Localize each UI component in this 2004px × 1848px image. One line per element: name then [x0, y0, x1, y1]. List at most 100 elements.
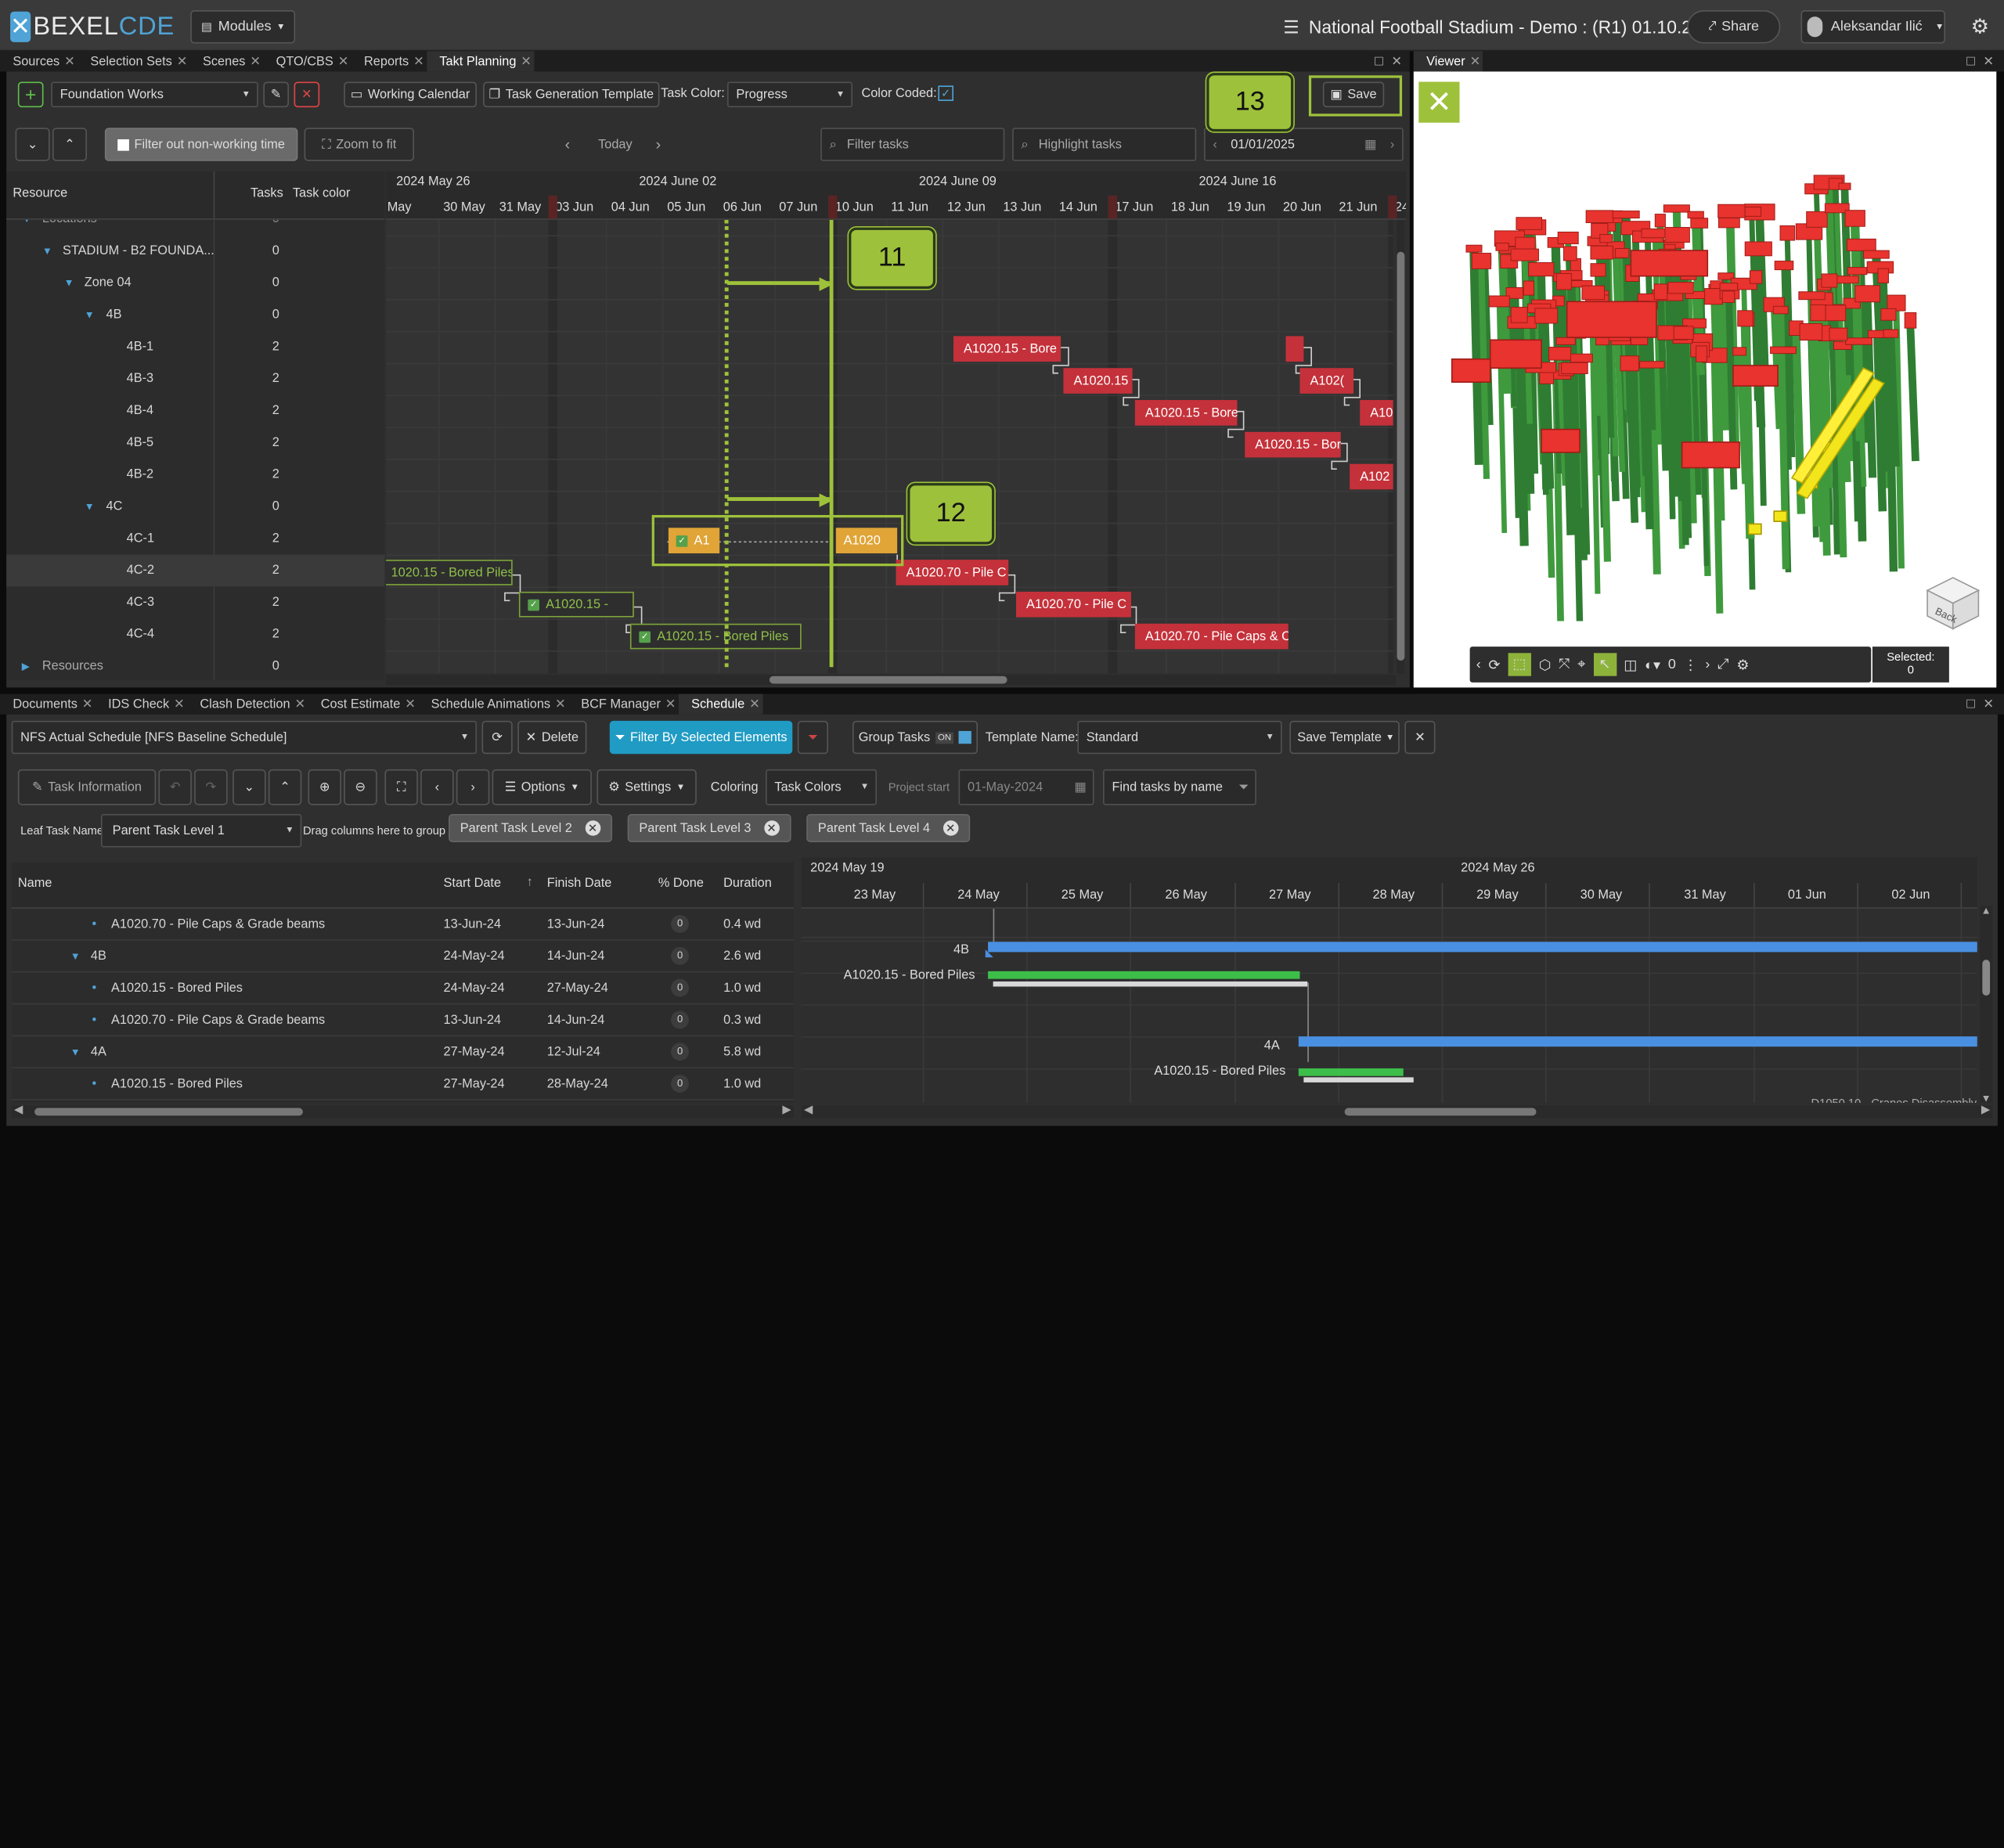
sort-up-icon[interactable]: ↑	[527, 875, 533, 889]
tree-row[interactable]: ▼ 4B 0	[6, 299, 384, 331]
gear-icon[interactable]: ⚙	[1971, 14, 1989, 40]
redo-button[interactable]: ↷	[194, 769, 228, 805]
select-icon[interactable]: ⬚	[1508, 653, 1531, 676]
working-calendar-button[interactable]: ▭ Working Calendar	[344, 81, 477, 108]
modules-button[interactable]: ▤ Modules ▼	[190, 10, 296, 44]
task-colors-select[interactable]: Task Colors ▼	[765, 769, 878, 805]
collapse-button[interactable]: ⌄	[232, 769, 266, 805]
explode-icon[interactable]: ⋮	[1684, 656, 1698, 673]
tab-clash-detection[interactable]: Clash Detection ✕	[187, 694, 308, 715]
gantt-vscroll[interactable]: ▲ ▼	[1980, 905, 1993, 1104]
share-button[interactable]: ⤤ Share	[1687, 10, 1781, 44]
gantt-task-bar[interactable]	[988, 971, 1300, 979]
task-bar[interactable]: A1020.70 - Pile Caps & C	[1134, 623, 1289, 650]
edit-button[interactable]: ✎	[263, 81, 289, 108]
refresh-button[interactable]: ⟳	[481, 720, 513, 755]
date-picker[interactable]: ‹ 01/01/2025 ▦ ›	[1204, 128, 1404, 161]
table-row[interactable]: • A1020.15 - Bored Piles 24-May-24 27-May-2…	[11, 972, 794, 1005]
task-bar[interactable]: A1020.15 - Bore	[1134, 400, 1238, 426]
table-row[interactable]: • A1020.70 - Pile Caps & Grade beams 13-Ju…	[11, 1004, 794, 1037]
box-icon[interactable]: ⬡	[1539, 656, 1552, 673]
app-logo[interactable]: ✕ BEXEL CDE	[10, 10, 174, 43]
maximize-icon[interactable]: ☐	[1374, 54, 1384, 68]
close-panel-icon[interactable]: ✕	[1983, 54, 1994, 68]
timeline-vscroll[interactable]	[1397, 219, 1405, 674]
settings-icon[interactable]: ⚙	[1736, 656, 1749, 673]
col-finish[interactable]: Finish Date	[547, 877, 612, 891]
task-bar[interactable]: A10	[1360, 400, 1393, 426]
filter-selected-button[interactable]: ⏷ Filter By Selected Elements	[609, 720, 793, 755]
tab-takt-planning[interactable]: Takt Planning ✕	[427, 51, 535, 72]
task-bar[interactable]: ✓ A1020.15 -	[518, 591, 634, 618]
table-row[interactable]: ▼ 4A 27-May-24 12-Jul-24 0 5.8 wd	[11, 1036, 794, 1068]
delete-schedule-button[interactable]: ✕ Delete	[517, 720, 587, 755]
zoom-in-button[interactable]: ⊕	[308, 769, 341, 805]
col-tasks[interactable]: Tasks	[250, 186, 283, 200]
view-cube[interactable]: Back	[1923, 572, 1984, 631]
gantt-summary-bar[interactable]	[1298, 1036, 1977, 1047]
tree-row[interactable]: 4B-4 2	[6, 395, 384, 427]
orbit-icon[interactable]: ⟳	[1489, 656, 1501, 673]
col-duration[interactable]: Duration	[723, 877, 772, 891]
zoom-to-fit-button[interactable]: ⛶ Zoom to fit	[304, 128, 414, 161]
find-tasks-input[interactable]: Find tasks by name ⏷	[1103, 769, 1256, 805]
table-row[interactable]: • A1020.15 - Bored Piles 27-May-24 28-May-2…	[11, 1068, 794, 1101]
tree-row[interactable]: ▶ Resources 0	[6, 650, 384, 680]
group-chip[interactable]: Parent Task Level 3 ✕	[627, 814, 791, 842]
expand-button[interactable]: ⌃	[268, 769, 302, 805]
add-button[interactable]: +	[17, 81, 44, 108]
maximize-icon[interactable]: ☐	[1966, 54, 1976, 68]
next-button[interactable]: ›	[456, 769, 490, 805]
task-bar[interactable]: 1020.15 - Bored Piles	[386, 560, 513, 585]
save-template-button[interactable]: Save Template ▼	[1289, 720, 1400, 755]
menu-icon[interactable]: ☰	[1283, 16, 1299, 38]
template-select[interactable]: Standard ▼	[1077, 720, 1282, 755]
col-done[interactable]: % Done	[658, 877, 704, 891]
filter-nonworking-toggle[interactable]: Filter out non-working time	[104, 128, 298, 161]
tree-row[interactable]: 4C-1 2	[6, 523, 384, 555]
prev-icon[interactable]: ‹	[1476, 657, 1481, 672]
project-start-input[interactable]: 01-May-2024 ▦	[958, 769, 1094, 805]
task-bar[interactable]: A1020.15 - Bore	[1245, 431, 1341, 458]
gantt-summary-bar[interactable]	[988, 942, 1977, 953]
zoom-fit-button[interactable]: ⛶	[384, 769, 418, 805]
next-icon[interactable]: ›	[1705, 657, 1710, 672]
tree-row[interactable]: ▼ Zone 04 0	[6, 267, 384, 299]
tree-row[interactable]: 4B-5 2	[6, 427, 384, 459]
tree-row[interactable]: ▼ 4C 0	[6, 491, 384, 523]
col-task-color[interactable]: Task color	[293, 186, 350, 200]
expand-all-button[interactable]: ⌃	[52, 128, 88, 161]
tab-schedule[interactable]: Schedule ✕	[678, 693, 763, 715]
tab-documents[interactable]: Documents ✕	[0, 694, 96, 715]
task-bar[interactable]	[1285, 336, 1304, 362]
leaf-task-select[interactable]: Parent Task Level 1 ▼	[100, 814, 302, 848]
task-bar[interactable]: A1020.15	[1063, 368, 1133, 394]
tab-cost-estimate[interactable]: Cost Estimate ✕	[308, 694, 418, 715]
today-button[interactable]: Today	[598, 138, 633, 152]
tree-row[interactable]: ▼Locations0	[6, 220, 384, 236]
tab-scenes[interactable]: Scenes ✕	[190, 51, 264, 71]
table-row[interactable]: • A1020.70 - Pile Caps & Grade beams 13-Ju…	[11, 909, 794, 941]
tree-row[interactable]: 4B-1 2	[6, 331, 384, 363]
highlight-tasks-input[interactable]: ⌕ Highlight tasks	[1012, 128, 1197, 161]
clear-filter-button[interactable]: ⏷	[797, 720, 828, 755]
gantt-task-bar[interactable]	[1298, 1068, 1404, 1076]
schedule-select[interactable]: NFS Actual Schedule [NFS Baseline Schedu…	[11, 720, 477, 755]
section-icon[interactable]: ◫	[1624, 656, 1637, 673]
settings-button[interactable]: ⚙ Settings ▼	[597, 769, 697, 805]
timeline-hscroll[interactable]	[386, 675, 1396, 686]
tree-row[interactable]: 4C-2 2	[6, 554, 385, 587]
close-template-button[interactable]: ✕	[1404, 720, 1436, 755]
group-chip[interactable]: Parent Task Level 4 ✕	[806, 814, 970, 842]
tab-qto-cbs[interactable]: QTO/CBS ✕	[263, 51, 351, 71]
task-information-button[interactable]: ✎ Task Information	[17, 769, 157, 805]
task-bar[interactable]: ✓ A1020.15 - Bored Piles	[629, 623, 802, 650]
tree-row[interactable]: 4B-3 2	[6, 363, 384, 395]
close-panel-icon[interactable]: ✕	[1983, 697, 1994, 711]
task-bar[interactable]: A102	[1350, 463, 1393, 490]
maximize-icon[interactable]: ☐	[1966, 697, 1976, 711]
group-chip[interactable]: Parent Task Level 2 ✕	[449, 814, 612, 842]
prev-button[interactable]: ‹	[420, 769, 454, 805]
color-coded-checkbox[interactable]: ✓	[938, 85, 953, 101]
tab-schedule-animations[interactable]: Schedule Animations ✕	[418, 694, 568, 715]
